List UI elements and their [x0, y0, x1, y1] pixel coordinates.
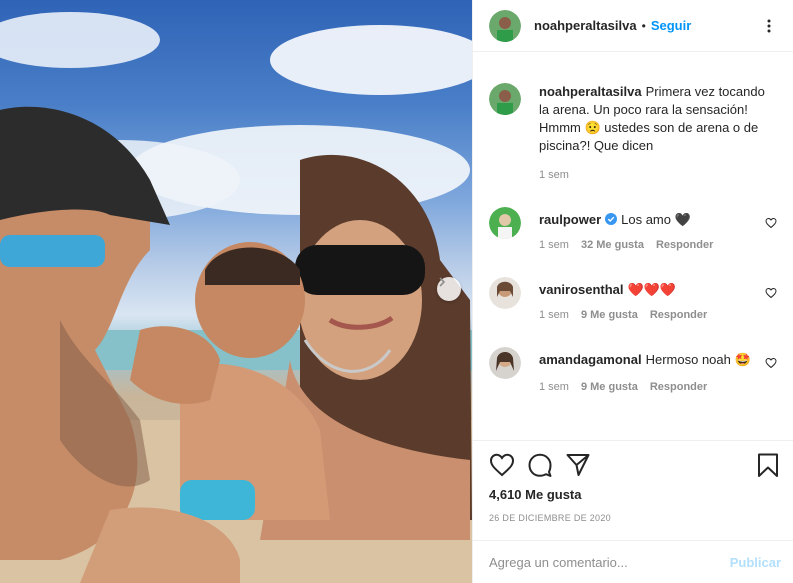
comment-item: amandagamonal Hermoso noah 🤩 1 sem 9 Me g… — [489, 347, 777, 417]
post-photo[interactable] — [0, 0, 472, 583]
comment-body: Hermoso noah 🤩 — [645, 352, 751, 367]
comment-like-heart-icon[interactable] — [765, 217, 777, 229]
next-photo-button[interactable] — [437, 277, 461, 301]
reply-button[interactable]: Responder — [650, 309, 707, 321]
comment-meta: 1 sem 9 Me gusta Responder — [539, 309, 753, 321]
comments-list[interactable]: noahperaltasilva Primera vez tocando la a… — [473, 52, 793, 583]
chevron-right-icon — [439, 277, 446, 287]
comment-text: amandagamonal Hermoso noah 🤩 — [539, 347, 753, 369]
comment-like-heart-icon[interactable] — [765, 287, 777, 299]
instagram-post-view: noahperaltasilva • Seguir noahperaltasil… — [0, 0, 793, 583]
comment-likes[interactable]: 9 Me gusta — [581, 309, 638, 321]
beach-selfie-illustration — [0, 12, 472, 583]
post-side-panel: noahperaltasilva • Seguir noahperaltasil… — [472, 0, 793, 583]
comment-icon[interactable] — [527, 452, 553, 478]
author-avatar[interactable] — [489, 83, 521, 115]
author-avatar-image — [489, 83, 521, 115]
comment-input[interactable] — [489, 554, 730, 570]
commenter-avatar-image — [489, 347, 521, 379]
author-avatar[interactable] — [489, 9, 521, 42]
follow-button[interactable]: Seguir — [651, 18, 691, 33]
likes-count[interactable]: 4,610 Me gusta — [489, 487, 582, 502]
bookmark-icon[interactable] — [755, 452, 781, 478]
comment-body: Los amo 🖤 — [621, 212, 691, 227]
post-actions-bar — [489, 452, 781, 478]
separator-dot: • — [641, 18, 646, 33]
comment-like-heart-icon[interactable] — [765, 357, 777, 369]
reply-button[interactable]: Responder — [650, 381, 707, 393]
caption-time[interactable]: 1 sem — [539, 169, 569, 181]
commenter-avatar-image — [489, 277, 521, 309]
comment-meta: 1 sem 32 Me gusta Responder — [539, 239, 753, 251]
comment-time[interactable]: 1 sem — [539, 309, 569, 321]
comment-username[interactable]: raulpower — [539, 212, 601, 227]
verified-badge-icon — [605, 213, 618, 225]
comment-time[interactable]: 1 sem — [539, 381, 569, 393]
publish-button[interactable]: Publicar — [730, 555, 781, 570]
comment-avatar[interactable] — [489, 207, 521, 239]
reply-button[interactable]: Responder — [656, 239, 713, 251]
comment-text: vanirosenthal ❤️❤️❤️ — [539, 277, 753, 303]
post-header: noahperaltasilva • Seguir — [473, 0, 793, 52]
comment-username[interactable]: amandagamonal — [539, 352, 642, 367]
author-username[interactable]: noahperaltasilva — [534, 18, 637, 33]
comment-avatar[interactable] — [489, 277, 521, 309]
comment-composer: Publicar — [473, 540, 793, 583]
author-avatar-image — [489, 9, 521, 42]
comment-body: ❤️❤️❤️ — [627, 282, 677, 297]
comment-avatar[interactable] — [489, 347, 521, 379]
caption-meta: 1 sem — [539, 169, 777, 181]
actions-divider — [473, 440, 793, 441]
comment-item: raulpower Los amo 🖤 1 sem 32 Me gusta Res… — [489, 207, 777, 259]
comment-text: raulpower Los amo 🖤 — [539, 207, 753, 233]
comment-meta: 1 sem 9 Me gusta Responder — [539, 381, 753, 393]
comment-username[interactable]: vanirosenthal — [539, 282, 624, 297]
comment-likes[interactable]: 32 Me gusta — [581, 239, 644, 251]
heart-icon[interactable] — [489, 452, 515, 478]
caption-username[interactable]: noahperaltasilva — [539, 84, 642, 99]
caption-item: noahperaltasilva Primera vez tocando la a… — [489, 83, 777, 183]
comment-time[interactable]: 1 sem — [539, 239, 569, 251]
caption-text: noahperaltasilva Primera vez tocando la a… — [539, 83, 777, 155]
more-options-icon[interactable] — [761, 19, 777, 33]
comment-likes[interactable]: 9 Me gusta — [581, 381, 638, 393]
commenter-avatar-image — [489, 207, 521, 239]
comment-item: vanirosenthal ❤️❤️❤️ 1 sem 9 Me gusta Res… — [489, 277, 777, 329]
share-icon[interactable] — [565, 452, 591, 478]
post-date[interactable]: 26 DE DICIEMBRE DE 2020 — [489, 513, 611, 523]
